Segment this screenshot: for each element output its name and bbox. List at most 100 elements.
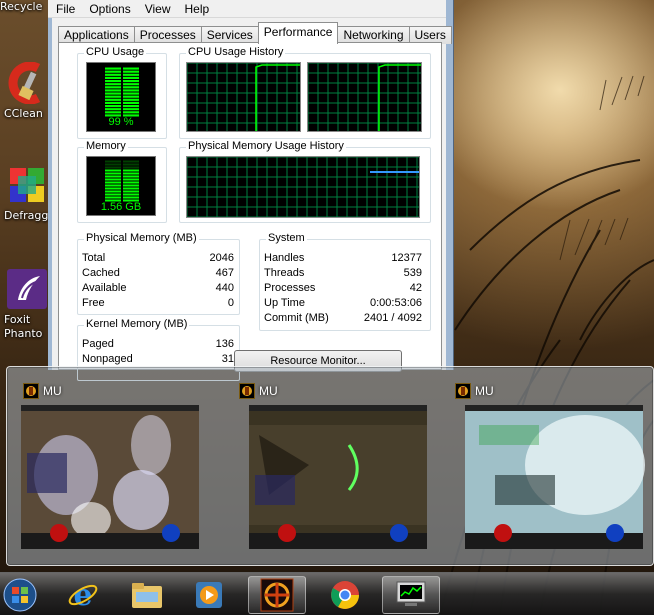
system-group: System Handles 12377 Threads 539 Process… [259, 232, 431, 331]
task-manager-icon [396, 581, 426, 606]
thumbnail-window-3[interactable]: MU [453, 367, 654, 567]
memory-bars [105, 160, 139, 202]
menu-view[interactable]: View [145, 2, 171, 16]
stat-value: 539 [403, 267, 422, 279]
cpu-usage-value: 99 % [108, 116, 134, 128]
stat-commit: Commit (MB) 2401 / 4092 [264, 312, 422, 324]
stat-label: Paged [82, 338, 114, 350]
thumbnail-title: MU [259, 384, 278, 398]
stat-label: Cached [82, 267, 120, 279]
svg-text:e: e [73, 579, 92, 611]
stat-value: 2401 / 4092 [363, 312, 422, 324]
stat-label: Handles [264, 252, 305, 264]
stat-value: 42 [409, 282, 422, 294]
task-manager-client: Applications Processes Services Performa… [52, 18, 452, 381]
desktop-icon-defraggler[interactable]: Defragg [0, 164, 50, 223]
stat-value: 0:00:53:06 [370, 297, 422, 309]
stat-available: Available 440 [82, 282, 234, 294]
desktop-icon-label: CClean [4, 107, 43, 120]
desktop-icon-recycle[interactable]: Recycle [0, 0, 50, 14]
stat-value: 12377 [391, 252, 422, 264]
memory-value: 1.56 GB [100, 201, 142, 213]
thumbnail-title: MU [475, 384, 494, 398]
cpu-usage-title: CPU Usage [84, 46, 147, 58]
stat-label: Nonpaged [82, 353, 133, 365]
mu-game-icon [260, 578, 294, 612]
thumbnail-window-1[interactable]: MU [21, 367, 231, 567]
stat-value: 467 [215, 267, 234, 279]
cpu-usage-group: CPU Usage 99 % [77, 46, 167, 139]
performance-panel: CPU Usage 99 % CPU Usage History Memory … [58, 42, 442, 381]
memory-history-graph [186, 156, 420, 218]
stat-value: 31 [221, 353, 234, 365]
taskbar-internet-explorer[interactable]: e [54, 576, 112, 614]
taskbar-thumbnail-preview: MU MU MU [6, 366, 654, 566]
thumbnail-header: MU [455, 382, 494, 400]
menu-bar: File Options View Help [48, 0, 446, 18]
desktop-icon-label: Defragg [4, 209, 49, 222]
task-manager-window[interactable]: File Options View Help Applications Proc… [48, 0, 454, 381]
cpu-usage-bars [105, 67, 139, 117]
stat-nonpaged: Nonpaged 31 [82, 353, 234, 365]
file-explorer-icon [132, 583, 162, 608]
cpu-history-graph-core1 [186, 62, 301, 132]
stat-label: Processes [264, 282, 316, 294]
cpu-usage-meter: 99 % [86, 62, 156, 132]
taskbar-file-explorer[interactable] [118, 576, 176, 614]
thumbnail-image-3 [465, 405, 645, 549]
memory-history-title: Physical Memory Usage History [186, 140, 346, 152]
desktop-icon-label-line2: Phanto [4, 327, 43, 340]
stat-value: 0 [227, 297, 234, 309]
menu-file[interactable]: File [56, 2, 75, 16]
cpu-history-title: CPU Usage History [186, 46, 286, 58]
start-orb-icon [3, 578, 37, 612]
cpu-history-graph-core2 [307, 62, 422, 132]
stat-paged: Paged 136 [82, 338, 234, 350]
taskbar-task-manager[interactable] [382, 576, 440, 614]
stat-label: Commit (MB) [264, 312, 329, 324]
chrome-icon [331, 581, 359, 609]
mu-game-icon [23, 383, 39, 399]
physical-memory-group: Physical Memory (MB) Total 2046 Cached 4… [77, 232, 240, 315]
mu-game-icon [239, 383, 255, 399]
menu-options[interactable]: Options [89, 2, 130, 16]
memory-meter: 1.56 GB [86, 156, 156, 216]
system-title: System [266, 232, 307, 244]
stat-label: Total [82, 252, 106, 264]
thumbnail-header: MU [23, 382, 62, 400]
memory-title: Memory [84, 140, 128, 152]
stat-value: 2046 [209, 252, 234, 264]
tab-performance[interactable]: Performance [257, 22, 339, 44]
taskbar-media-player[interactable] [180, 576, 238, 614]
thumbnail-header: MU [239, 382, 278, 400]
kernel-memory-title: Kernel Memory (MB) [84, 318, 190, 330]
foxit-phantom-icon [7, 269, 47, 309]
thumbnail-window-2[interactable]: MU [237, 367, 447, 567]
taskbar-chrome[interactable] [316, 576, 374, 614]
memory-history-group: Physical Memory Usage History [179, 140, 431, 223]
start-button[interactable] [0, 576, 40, 614]
stat-value: 440 [215, 282, 234, 294]
desktop-icon-ccleaner[interactable]: CClean [0, 61, 50, 121]
defraggler-icon [10, 168, 44, 202]
tab-strip: Applications Processes Services Performa… [58, 22, 452, 44]
desktop-icon-label: Foxit [4, 313, 31, 326]
stat-cached: Cached 467 [82, 267, 234, 279]
media-player-icon [196, 582, 222, 608]
stat-label: Free [82, 297, 105, 309]
desktop-icon-label: Recycle [0, 0, 43, 13]
stat-processes: Processes 42 [264, 282, 422, 294]
stat-free: Free 0 [82, 297, 234, 309]
stat-handles: Handles 12377 [264, 252, 422, 264]
ccleaner-icon [8, 61, 41, 105]
physical-memory-title: Physical Memory (MB) [84, 232, 199, 244]
stat-total: Total 2046 [82, 252, 234, 264]
menu-help[interactable]: Help [185, 2, 210, 16]
stat-label: Up Time [264, 297, 305, 309]
thumbnail-image-2 [249, 405, 427, 549]
cpu-history-group: CPU Usage History [179, 46, 431, 139]
desktop-icon-foxit[interactable]: Foxit Phanto [0, 268, 50, 341]
memory-group: Memory 1.56 GB [77, 140, 167, 223]
stat-threads: Threads 539 [264, 267, 422, 279]
taskbar-mu-game[interactable] [248, 576, 306, 614]
